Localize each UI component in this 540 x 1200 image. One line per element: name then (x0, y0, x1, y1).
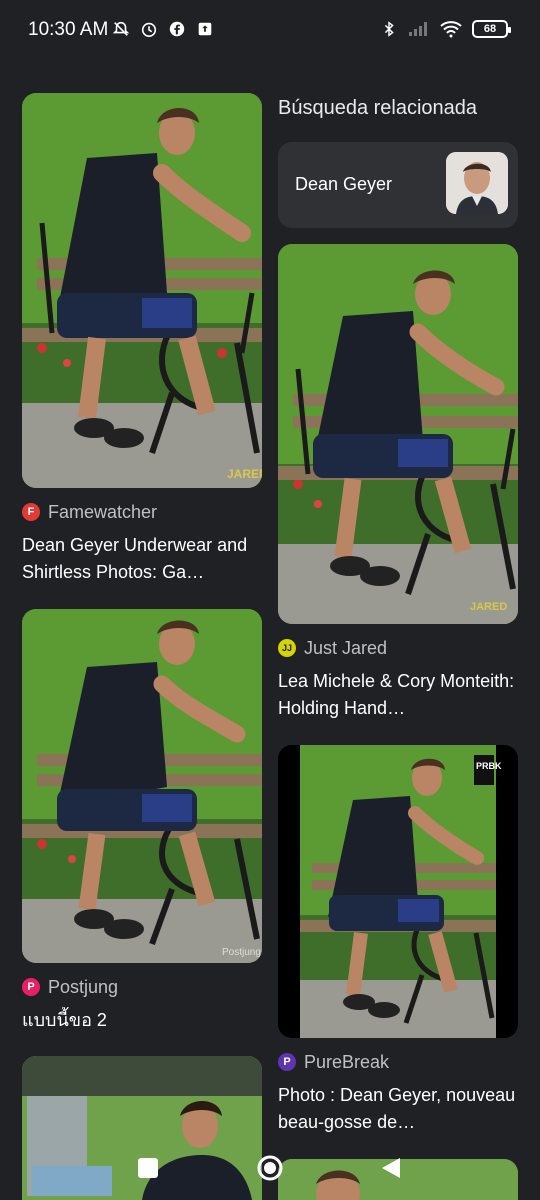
upload-icon (198, 22, 212, 36)
related-search-chip[interactable]: Dean Geyer (278, 142, 518, 228)
result-card[interactable]: PRBK P PureBreak Photo : Dean Geyer, nou… (278, 745, 518, 1136)
signal-icon (409, 22, 427, 36)
result-card[interactable]: Postjung P Postjung แบบนี้ขอ 2 (22, 609, 262, 1034)
recents-button[interactable] (137, 1157, 159, 1179)
result-source[interactable]: F Famewatcher (22, 500, 262, 524)
status-bar: 10:30 AM 68 (0, 0, 540, 62)
wifi-icon (440, 21, 462, 38)
result-source[interactable]: P Postjung (22, 975, 262, 999)
battery-icon: 68 (472, 20, 511, 38)
result-title[interactable]: Lea Michele & Cory Monteith: Holding Han… (278, 668, 518, 722)
image-watermark: JARED (470, 601, 507, 613)
source-favicon-icon: P (278, 1053, 296, 1071)
result-image[interactable]: JARED (22, 93, 262, 488)
source-name: Just Jared (304, 637, 388, 658)
result-card[interactable]: JARED F Famewatcher Dean Geyer Underwear… (22, 93, 262, 586)
result-card[interactable]: JARED JJ Just Jared Lea Michele & Cory M… (278, 244, 518, 722)
back-button[interactable] (380, 1157, 402, 1179)
related-search-label: Dean Geyer (295, 174, 393, 194)
bluetooth-icon (384, 21, 394, 37)
result-title[interactable]: แบบนี้ขอ 2 (22, 1007, 262, 1034)
source-favicon-icon: JJ (278, 639, 296, 657)
source-favicon-icon: F (22, 503, 40, 521)
image-watermark: JARED (227, 467, 262, 481)
related-search-heading: Búsqueda relacionada (278, 97, 478, 119)
status-time: 10:30 AM (28, 19, 109, 40)
image-watermark: PRBK (476, 761, 502, 771)
result-image[interactable]: JARED (278, 244, 518, 624)
notification-icons (112, 20, 214, 38)
mute-bell-icon (112, 21, 130, 36)
facebook-icon (169, 21, 185, 37)
result-image[interactable]: Postjung (22, 609, 262, 963)
alarm-icon (141, 22, 157, 38)
result-image[interactable]: PRBK (278, 745, 518, 1038)
system-icons: 68 (380, 20, 511, 38)
result-title[interactable]: Photo : Dean Geyer, nouveau beau-gosse d… (278, 1082, 518, 1136)
home-button[interactable] (257, 1155, 283, 1181)
source-name: Famewatcher (48, 501, 158, 522)
source-name: Postjung (48, 976, 119, 997)
system-nav-bar (0, 1140, 540, 1200)
related-search-thumbnail (446, 152, 508, 214)
source-name: PureBreak (304, 1051, 390, 1072)
result-title[interactable]: Dean Geyer Underwear and Shirtless Photo… (22, 532, 262, 586)
result-source[interactable]: JJ Just Jared (278, 636, 518, 660)
source-favicon-icon: P (22, 978, 40, 996)
result-source[interactable]: P PureBreak (278, 1050, 518, 1074)
image-watermark: Postjung (222, 947, 261, 958)
